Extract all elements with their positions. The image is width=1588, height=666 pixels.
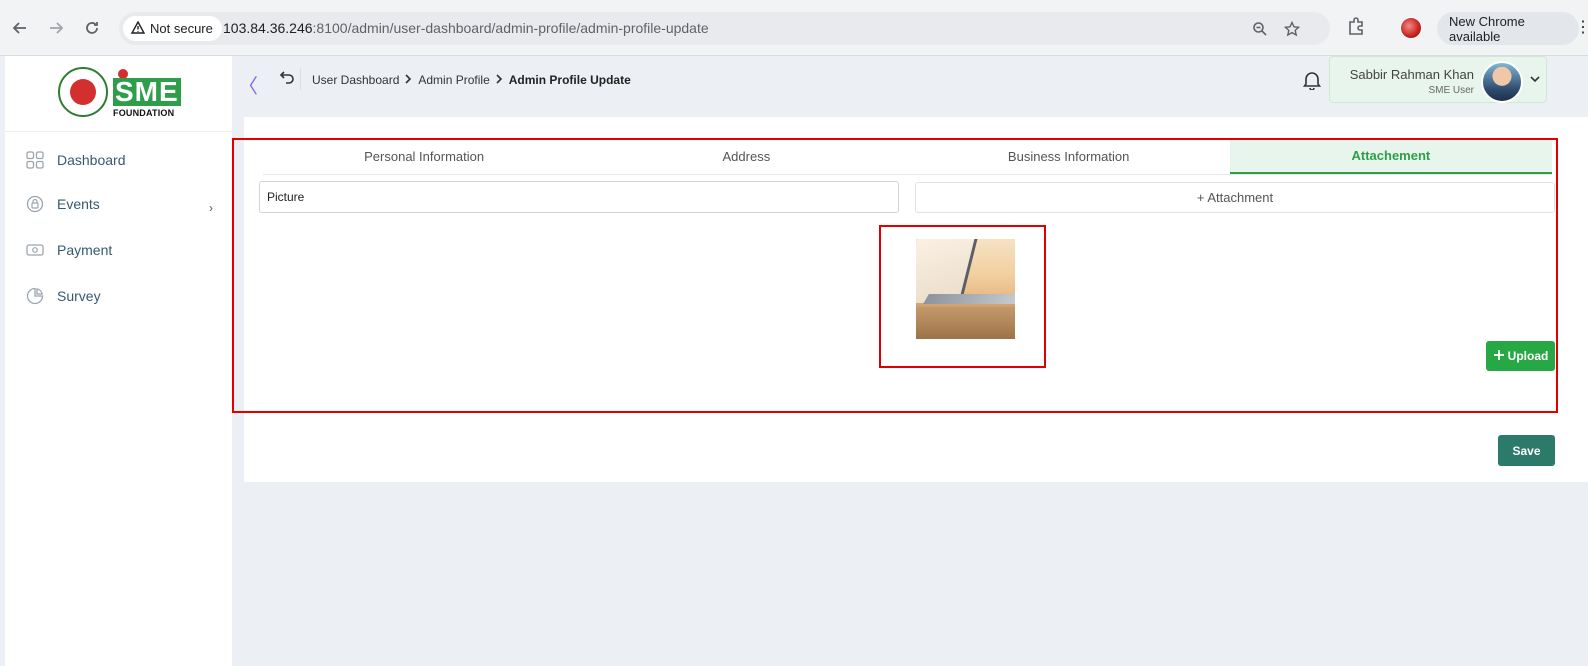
divider bbox=[300, 68, 301, 90]
sidebar-item-label: Survey bbox=[57, 288, 101, 304]
zoom-icon[interactable] bbox=[1250, 19, 1270, 39]
chevron-right-icon[interactable]: › bbox=[209, 201, 213, 215]
sidebar-item-payment[interactable]: Payment bbox=[25, 238, 112, 262]
user-role: SME User bbox=[1428, 85, 1474, 96]
extensions-puzzle-icon[interactable] bbox=[1346, 16, 1370, 40]
sidebar-item-label: Events bbox=[57, 196, 100, 212]
sidebar-item-survey[interactable]: Survey bbox=[25, 284, 101, 308]
security-chip[interactable]: Not secure bbox=[123, 16, 222, 41]
user-menu[interactable]: Sabbir Rahman Khan SME User bbox=[1329, 56, 1547, 103]
forward-arrow-icon[interactable] bbox=[44, 16, 68, 40]
sidebar-item-dashboard[interactable]: Dashboard bbox=[25, 148, 126, 172]
sidebar-item-label: Dashboard bbox=[57, 152, 126, 168]
breadcrumb-item-admin-profile[interactable]: Admin Profile bbox=[418, 73, 489, 87]
reload-icon[interactable] bbox=[80, 16, 104, 40]
chevron-down-icon[interactable] bbox=[1530, 72, 1540, 86]
star-icon[interactable] bbox=[1282, 19, 1302, 39]
user-name: Sabbir Rahman Khan bbox=[1349, 67, 1474, 82]
url-path: :8100/admin/user-dashboard/admin-profile… bbox=[312, 20, 709, 36]
pie-icon bbox=[25, 286, 45, 306]
breadcrumb: User Dashboard Admin Profile Admin Profi… bbox=[312, 73, 631, 87]
collapse-sidebar-icon[interactable]: 〈 bbox=[238, 70, 258, 99]
undo-back-icon[interactable] bbox=[279, 69, 297, 87]
update-label: New Chrome available bbox=[1449, 13, 1525, 44]
sidebar: SME FOUNDATION Dashboard Events › Paymen… bbox=[5, 56, 232, 666]
url-text: 103.84.36.246:8100/admin/user-dashboard/… bbox=[223, 20, 709, 36]
profile-avatar-icon[interactable] bbox=[1400, 17, 1422, 39]
grid-icon bbox=[25, 150, 45, 170]
bell-icon[interactable] bbox=[1302, 70, 1323, 91]
logo[interactable]: SME FOUNDATION bbox=[5, 56, 232, 132]
chevron-right-icon bbox=[496, 73, 503, 87]
browser-toolbar: Not secure 103.84.36.246:8100/admin/user… bbox=[0, 0, 1588, 56]
highlight-box-image bbox=[879, 225, 1046, 368]
breadcrumb-current: Admin Profile Update bbox=[508, 73, 631, 87]
avatar bbox=[1481, 61, 1523, 103]
back-arrow-icon[interactable] bbox=[8, 16, 32, 40]
sidebar-item-label: Payment bbox=[57, 242, 113, 258]
new-chrome-chip[interactable]: New Chrome available bbox=[1437, 12, 1579, 45]
chevron-right-icon bbox=[405, 73, 412, 87]
security-label: Not secure bbox=[150, 21, 213, 36]
lock-icon bbox=[25, 194, 45, 214]
warning-triangle-icon bbox=[130, 20, 146, 37]
wallet-icon bbox=[25, 240, 45, 260]
sidebar-item-events[interactable]: Events bbox=[25, 192, 100, 216]
address-bar[interactable]: Not secure 103.84.36.246:8100/admin/user… bbox=[119, 12, 1330, 45]
logo-subtext: FOUNDATION bbox=[113, 108, 175, 118]
logo-text: SME bbox=[113, 76, 181, 107]
url-host: 103.84.36.246 bbox=[223, 20, 313, 36]
save-button[interactable]: Save bbox=[1498, 435, 1555, 466]
breadcrumb-item-user-dashboard[interactable]: User Dashboard bbox=[312, 73, 399, 87]
seal-icon bbox=[58, 67, 108, 117]
kebab-menu-icon[interactable]: ⋮ bbox=[1575, 18, 1588, 38]
